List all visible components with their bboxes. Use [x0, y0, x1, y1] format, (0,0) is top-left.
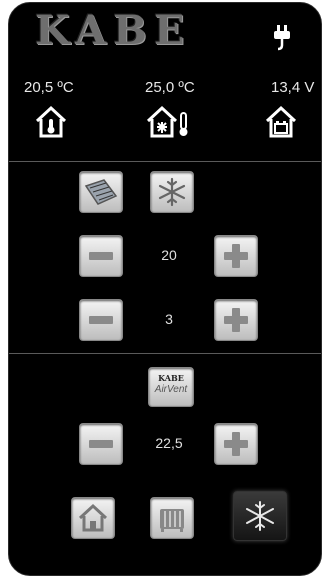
increase-temperature-button[interactable] — [214, 235, 258, 277]
snowflake-icon — [158, 177, 186, 207]
cooling-button[interactable] — [150, 171, 194, 213]
cooling-temperature-readout: 25,0 ºC — [145, 79, 195, 96]
level-setpoint-value: 3 — [165, 311, 173, 327]
heater-tab-button[interactable] — [150, 497, 194, 539]
airvent-button[interactable]: KABE AirVent — [148, 367, 194, 407]
floor-heating-icon — [84, 179, 118, 205]
minus-icon — [89, 316, 113, 324]
home-tab-button[interactable] — [71, 497, 115, 539]
snowflake-icon — [246, 501, 274, 531]
airvent-brand: KABE — [158, 373, 184, 383]
decrease-airvent-button[interactable] — [79, 423, 123, 465]
power-plug-icon — [274, 25, 290, 51]
increase-level-button[interactable] — [214, 299, 258, 341]
control-panel: KABE 20,5 ºC 25,0 ºC 13,4 V 20 3 KABE Ai… — [8, 2, 322, 576]
decrease-level-button[interactable] — [79, 299, 123, 341]
minus-icon — [89, 252, 113, 260]
minus-icon — [89, 440, 113, 448]
decrease-temperature-button[interactable] — [79, 235, 123, 277]
heater-icon — [160, 509, 184, 532]
house-thermometer-icon — [35, 105, 67, 138]
battery-voltage-readout: 13,4 V — [271, 79, 315, 96]
floor-heating-button[interactable] — [79, 171, 123, 213]
airvent-label: AirVent — [154, 384, 188, 395]
home-icon — [78, 503, 108, 532]
house-snowflake-thermometer-icon — [146, 105, 188, 138]
temperature-setpoint-value: 20 — [161, 247, 177, 263]
section-divider — [9, 353, 321, 354]
airvent-setpoint-value: 22,5 — [155, 435, 183, 451]
indoor-temperature-readout: 20,5 ºC — [24, 79, 74, 96]
kabe-logo: KABE — [35, 7, 192, 54]
section-divider — [9, 161, 321, 162]
house-battery-icon — [265, 105, 297, 138]
cooling-tab-button[interactable] — [233, 491, 287, 541]
increase-airvent-button[interactable] — [214, 423, 258, 465]
